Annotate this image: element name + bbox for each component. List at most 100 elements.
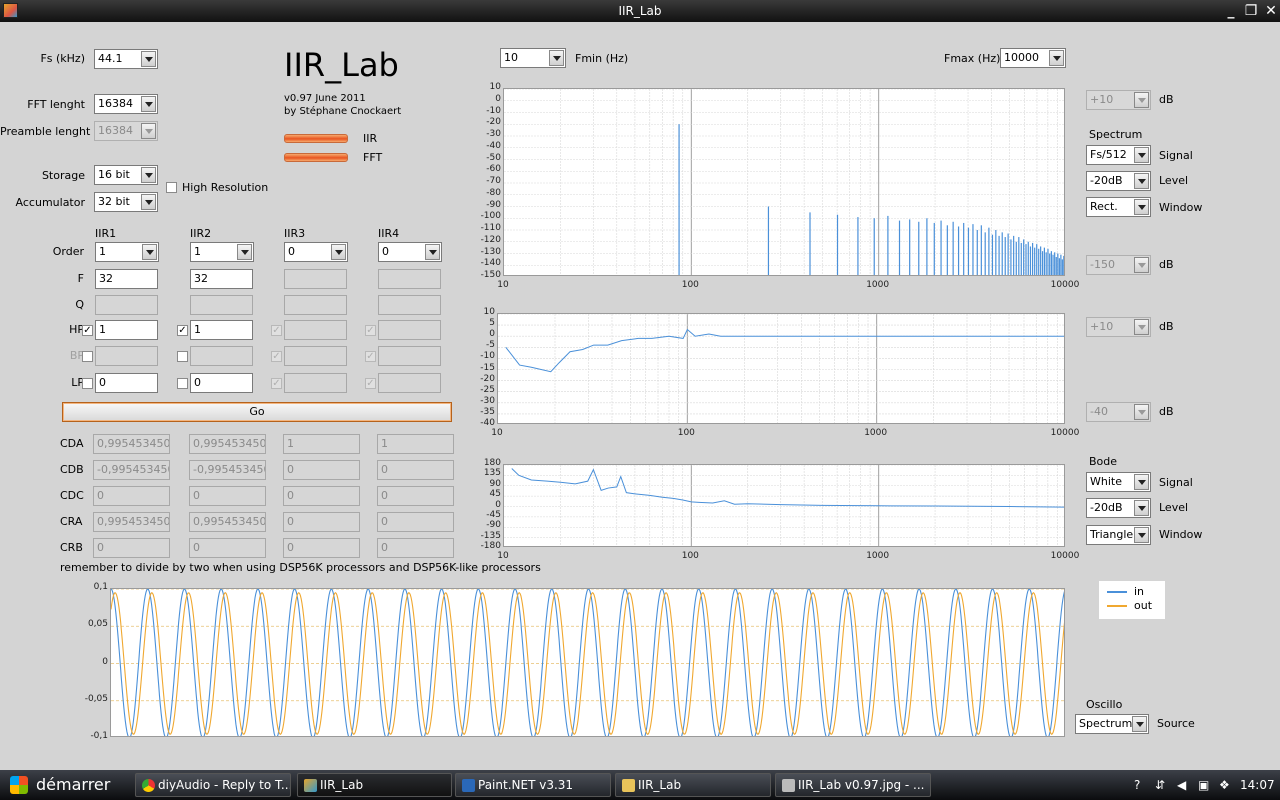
fft-length-select[interactable]: 16384 (94, 94, 158, 114)
field-f-iir1[interactable]: 32 (95, 269, 158, 289)
start-button[interactable]: démarrer (2, 771, 120, 799)
window-title: IIR_Lab (618, 4, 662, 18)
storage-label: Storage (41, 169, 85, 182)
checkbox-hp-iir3: ✓ (271, 325, 282, 336)
maximize-icon[interactable]: ❐ (1242, 3, 1260, 19)
x-tick-label: 10 (497, 280, 509, 290)
oscillo-source-select[interactable]: Spectrum (1075, 714, 1149, 734)
chevron-down-icon[interactable] (237, 244, 252, 260)
y-tick-label: -0,05 (84, 693, 108, 704)
chevron-down-icon (1134, 257, 1149, 273)
taskbar-item[interactable]: IIR_Lab (615, 773, 771, 797)
accumulator-select[interactable]: 32 bit (94, 192, 158, 212)
chevron-down-icon[interactable] (1134, 173, 1149, 189)
checkbox-bp-iir2[interactable] (177, 351, 188, 362)
help-icon[interactable]: ? (1134, 778, 1140, 792)
field-lp-iir2[interactable]: 0 (190, 373, 253, 393)
chevron-down-icon[interactable] (141, 51, 156, 67)
chevron-down-icon[interactable] (549, 50, 564, 66)
chevron-down-icon[interactable] (425, 244, 440, 260)
spectrum-window-select[interactable]: Rect. (1086, 197, 1151, 217)
back-icon[interactable]: ◀ (1177, 778, 1186, 792)
field-f-iir3 (284, 269, 347, 289)
taskbar-item[interactable]: IIR_Lab (297, 773, 452, 797)
chevron-down-icon (1134, 404, 1149, 420)
chevron-down-icon[interactable] (141, 96, 156, 112)
storage-select[interactable]: 16 bit (94, 165, 158, 185)
bode-level-select[interactable]: -20dB (1086, 498, 1151, 518)
field-f-iir2[interactable]: 32 (190, 269, 253, 289)
coeff-label: CDA (60, 437, 84, 450)
y-tick-label: -110 (480, 223, 501, 233)
level-label: Level (1159, 174, 1189, 187)
chevron-down-icon[interactable] (1132, 716, 1147, 732)
y-tick-label: 45 (489, 489, 501, 500)
coeff-field: 0 (377, 512, 454, 532)
chevron-down-icon[interactable] (141, 167, 156, 183)
field-hp-iir2[interactable]: 1 (190, 320, 253, 340)
chevron-down-icon[interactable] (1134, 147, 1149, 163)
chevron-down-icon[interactable] (1134, 474, 1149, 490)
high-resolution-checkbox[interactable] (166, 182, 177, 193)
y-tick-label: -100 (480, 211, 501, 222)
y-tick-label: -5 (486, 340, 495, 351)
field-lp-iir4 (378, 373, 441, 393)
network-icon[interactable]: ⇵ (1155, 778, 1165, 792)
chevron-down-icon[interactable] (141, 194, 156, 210)
y-tick-label: -70 (486, 176, 501, 186)
fs-select[interactable]: 44.1 (94, 49, 158, 69)
taskbar: démarrer diyAudio - Reply to T... IIR_La… (0, 770, 1280, 800)
taskbar-item-label: IIR_Lab (320, 778, 364, 792)
fmin-select[interactable]: 10 (500, 48, 566, 68)
close-icon[interactable]: ✕ (1262, 3, 1280, 19)
go-button[interactable]: Go (62, 402, 452, 422)
checkbox-bp-iir1[interactable] (82, 351, 93, 362)
order-select-iir3[interactable]: 0 (284, 242, 348, 262)
field-hp-iir1[interactable]: 1 (95, 320, 158, 340)
taskbar-item[interactable]: IIR_Lab v0.97.jpg - ... (775, 773, 931, 797)
bode-signal-select[interactable]: White (1086, 472, 1151, 492)
order-select-iir1[interactable]: 1 (95, 242, 159, 262)
coeff-field: -0,995453450 (189, 460, 266, 480)
checkbox-lp-iir2[interactable] (177, 378, 188, 389)
fmax-select[interactable]: 10000 (1000, 48, 1066, 68)
order-select-iir2[interactable]: 1 (190, 242, 254, 262)
sync-icon[interactable]: ❖ (1219, 778, 1230, 792)
coeff-label: CDC (60, 489, 84, 502)
order-select-iir4[interactable]: 0 (378, 242, 442, 262)
field-lp-iir1[interactable]: 0 (95, 373, 158, 393)
chevron-down-icon[interactable] (142, 244, 157, 260)
chevron-down-icon[interactable] (1134, 500, 1149, 516)
y-tick-label: 5 (489, 318, 495, 329)
x-tick-label: 10000 (1050, 280, 1080, 290)
row-label-q: Q (75, 298, 84, 311)
chevron-down-icon[interactable] (1049, 50, 1064, 66)
taskbar-item-label: diyAudio - Reply to T... (158, 778, 291, 792)
coeff-field: 0,9954534508 (93, 512, 170, 532)
minimize-icon[interactable]: _ (1222, 3, 1240, 19)
chevron-down-icon[interactable] (331, 244, 346, 260)
spectrum-label: Spectrum (1089, 128, 1143, 141)
spectrum-signal-select[interactable]: Fs/512 (1086, 145, 1151, 165)
filter-header: IIR4 (378, 227, 400, 240)
checkbox-lp-iir1[interactable] (82, 378, 93, 389)
coeff-field: 0 (189, 486, 266, 506)
spectrum-top-select: +10 (1086, 90, 1151, 110)
app-icon (304, 779, 317, 792)
y-tick-label: -150 (480, 270, 501, 280)
taskbar-item[interactable]: Paint.NET v3.31 (455, 773, 611, 797)
y-tick-label: -135 (480, 530, 501, 541)
y-tick-label: -180 (480, 541, 501, 551)
checkbox-hp-iir1[interactable]: ✓ (82, 325, 93, 336)
x-tick-label: 100 (681, 280, 699, 290)
spectrum-level-select[interactable]: -20dB (1086, 171, 1151, 191)
coeff-field: -0,995453450 (93, 460, 170, 480)
y-tick-label: -90 (486, 199, 501, 210)
bode-window-select[interactable]: Triangle (1086, 525, 1151, 545)
y-tick-label: -15 (480, 362, 495, 373)
chevron-down-icon[interactable] (1134, 527, 1149, 543)
chevron-down-icon[interactable] (1134, 199, 1149, 215)
display-icon[interactable]: ▣ (1198, 778, 1209, 792)
taskbar-item[interactable]: diyAudio - Reply to T... (135, 773, 291, 797)
checkbox-hp-iir2[interactable]: ✓ (177, 325, 188, 336)
